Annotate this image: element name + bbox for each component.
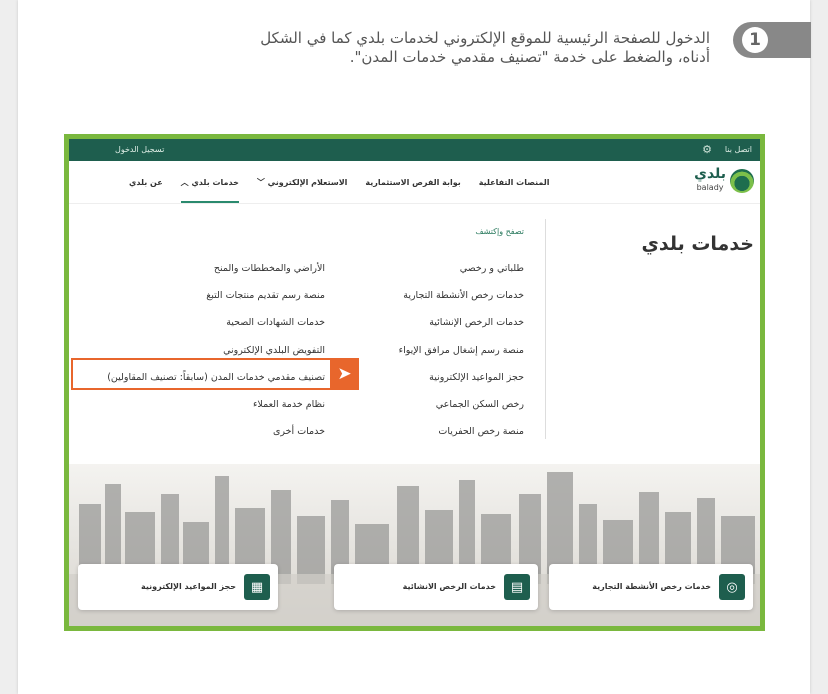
nav-services[interactable]: خدمات بلدي ︿ xyxy=(180,162,239,203)
cursor-arrow-icon: ➤ xyxy=(330,358,359,390)
instruction-line: أدناه، والضغط على خدمة "تصنيف مقدمي خدما… xyxy=(349,48,710,66)
menu-item[interactable]: منصة رخص الحفريات xyxy=(399,418,524,445)
card-commercial-licenses[interactable]: ◎ خدمات رخص الأنشطة التجارية xyxy=(549,564,753,610)
menu-item[interactable]: منصة رسم تقديم منتجات التبغ xyxy=(107,282,325,309)
balady-logo-icon[interactable] xyxy=(730,169,754,193)
menu-column-right: طلباتي و رخصي خدمات رخص الأنشطة التجارية… xyxy=(399,255,524,445)
card-label: حجز المواعيد الإلكترونية xyxy=(141,582,236,591)
main-nav: بلدي balady عن بلدي خدمات بلدي ︿ الاستعل… xyxy=(69,161,760,204)
menu-item[interactable]: رخص السكن الجماعي xyxy=(399,391,524,418)
instruction-line: الدخول للصفحة الرئيسية للموقع الإلكتروني… xyxy=(260,29,710,47)
menu-item[interactable]: حجز المواعيد الإلكترونية xyxy=(399,364,524,391)
menu-item[interactable]: منصة رسم إشغال مرافق الإيواء xyxy=(399,337,524,364)
card-construction-licenses[interactable]: ▤ خدمات الرخص الانشائية xyxy=(334,564,538,610)
nav-platforms[interactable]: المنصات التفاعلية xyxy=(479,178,550,187)
contact-link[interactable]: اتصل بنا xyxy=(725,145,752,154)
menu-item[interactable]: خدمات الشهادات الصحية xyxy=(107,309,325,336)
instruction-text: الدخول للصفحة الرئيسية للموقع الإلكتروني… xyxy=(190,29,710,67)
menu-item[interactable]: خدمات رخص الأنشطة التجارية xyxy=(399,282,524,309)
card-label: خدمات الرخص الانشائية xyxy=(402,582,496,591)
menu-item-city-services-classification[interactable]: تصنيف مقدمي خدمات المدن (سابقاً: تصنيف ا… xyxy=(107,364,325,391)
top-bar: اتصل بنا ⚙ تسجيل الدخول xyxy=(69,139,760,161)
building-icon: ▤ xyxy=(504,574,530,600)
menu-column-left: الأراضي والمخططات والمنح منصة رسم تقديم … xyxy=(107,255,325,445)
screenshot-frame: اتصل بنا ⚙ تسجيل الدخول بلدي balady عن ب… xyxy=(64,134,765,631)
nav-about[interactable]: عن بلدي xyxy=(129,178,163,187)
step-number: 1 xyxy=(742,27,768,53)
menu-item[interactable]: التفويض البلدي الإلكتروني xyxy=(107,337,325,364)
balady-site: اتصل بنا ⚙ تسجيل الدخول بلدي balady عن ب… xyxy=(69,139,760,626)
login-link[interactable]: تسجيل الدخول xyxy=(115,145,164,154)
explore-label[interactable]: تصفح وإكتشف xyxy=(475,227,524,236)
card-appointments[interactable]: ▦ حجز المواعيد الإلكترونية xyxy=(78,564,278,610)
menu-item[interactable]: نظام خدمة العملاء xyxy=(107,391,325,418)
menu-divider xyxy=(545,219,546,439)
logo-en: balady xyxy=(696,183,724,192)
nav-investment[interactable]: بوابة الفرص الاستثمارية xyxy=(365,178,460,187)
nav-services-label: خدمات بلدي xyxy=(191,177,239,187)
menu-item[interactable]: طلباتي و رخصي xyxy=(399,255,524,282)
license-icon: ◎ xyxy=(719,574,745,600)
menu-item[interactable]: خدمات الرخص الإنشائية xyxy=(399,309,524,336)
nav-inquiry-label: الاستعلام الإلكتروني xyxy=(267,177,348,187)
logo-ar: بلدي xyxy=(694,166,726,182)
logo[interactable]: بلدي balady xyxy=(694,167,726,195)
menu-item[interactable]: خدمات أخرى xyxy=(107,418,325,445)
card-label: خدمات رخص الأنشطة التجارية xyxy=(592,582,711,591)
nav-inquiry[interactable]: الاستعلام الإلكتروني ﹀ xyxy=(257,177,348,188)
menu-title: خدمات بلدي xyxy=(641,233,754,255)
chevron-up-icon: ︿ xyxy=(180,177,189,187)
chevron-down-icon: ﹀ xyxy=(256,177,265,187)
calendar-icon: ▦ xyxy=(244,574,270,600)
gear-icon[interactable]: ⚙ xyxy=(702,143,712,156)
nav-links: عن بلدي خدمات بلدي ︿ الاستعلام الإلكترون… xyxy=(129,161,551,203)
menu-item[interactable]: الأراضي والمخططات والمنح xyxy=(107,255,325,282)
